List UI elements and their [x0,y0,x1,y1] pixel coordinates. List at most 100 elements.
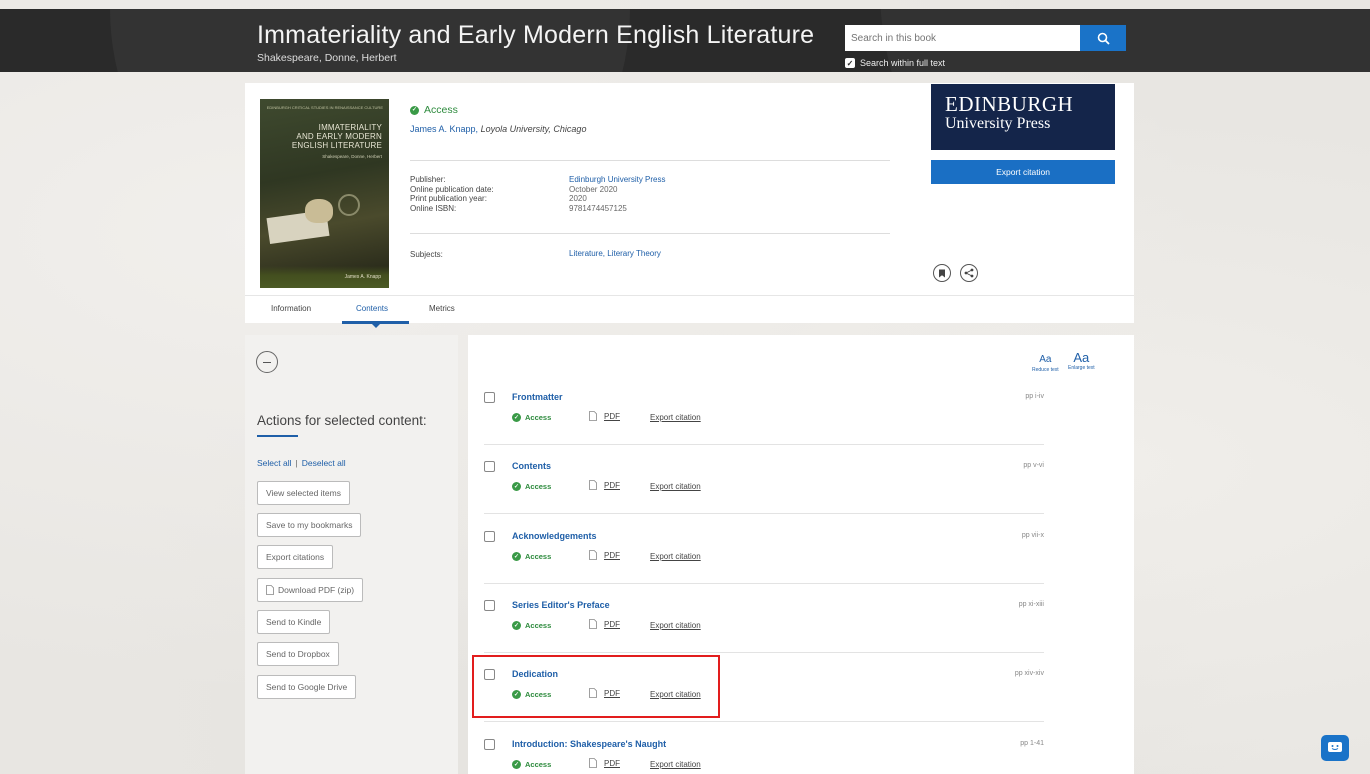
online-date-value: October 2020 [569,184,618,194]
pdf-link[interactable]: PDF [589,480,620,490]
export-citation-button[interactable]: Export citation [931,160,1115,184]
cover-title: IMMATERIALITY AND EARLY MODERN ENGLISH L… [292,123,382,150]
select-checkbox[interactable] [484,739,495,750]
highlight-box [472,655,720,718]
pdf-link[interactable]: PDF [589,758,620,768]
export-citations-button[interactable]: Export citations [257,545,334,569]
cover-series: EDINBURGH CRITICAL STUDIES IN RENAISSANC… [266,105,383,110]
share-button[interactable] [960,264,978,282]
select-checkbox[interactable] [484,600,495,611]
check-circle-icon: ✓ [512,413,521,422]
pdf-link[interactable]: PDF [589,411,620,421]
check-circle-icon: ✓ [410,105,419,115]
chapter-title-link[interactable]: Frontmatter [512,392,563,402]
pdf-link[interactable]: PDF [589,619,620,629]
chapter-title-link[interactable]: Series Editor's Preface [512,600,610,610]
send-to-dropbox-button[interactable]: Send to Dropbox [257,642,339,666]
access-badge: ✓ Access [512,552,551,561]
divider [410,233,890,234]
chapter-title-link[interactable]: Contents [512,461,551,471]
pdf-file-icon [589,619,597,629]
deselect-all-link[interactable]: Deselect all [302,458,346,468]
list-item: Introduction: Shakespeare's Naught pp 1-… [484,736,1044,774]
select-checkbox[interactable] [484,392,495,403]
actions-title: Actions for selected content: [257,413,427,428]
subjects-link[interactable]: Literature, Literary Theory [569,249,661,258]
book-title: Immateriality and Early Modern English L… [257,21,815,49]
tab-information[interactable]: Information [271,304,311,313]
export-citation-link[interactable]: Export citation [650,760,701,769]
list-item: Series Editor's Preface pp xi-xiii ✓ Acce… [484,597,1044,657]
view-selected-button[interactable]: View selected items [257,481,350,505]
enlarge-text-button[interactable]: Aa Enlarge text [1068,351,1095,372]
export-citation-link[interactable]: Export citation [650,413,701,422]
publisher-logo[interactable]: EDINBURGH University Press [931,84,1115,150]
check-circle-icon: ✓ [512,482,521,491]
page-range: pp v-vi [1023,462,1044,469]
divider [484,652,1044,653]
search-input[interactable] [845,25,1080,51]
cover-title-line: AND EARLY MODERN [296,132,382,141]
export-citation-link[interactable]: Export citation [650,552,701,561]
meta-label: Print publication year: [410,194,487,203]
access-label: Access [525,760,552,769]
meta-label: Online ISBN: [410,203,457,213]
check-circle-icon: ✓ [512,760,521,769]
checkbox-checked-icon[interactable]: ✓ [845,58,855,68]
chat-icon [1328,742,1342,752]
chat-widget-button[interactable] [1321,735,1349,761]
publisher-logo-line: EDINBURGH [945,92,1074,116]
separator: | [295,458,298,468]
minus-icon [263,361,271,363]
export-citation-link[interactable]: Export citation [650,482,701,491]
bookmark-button[interactable] [933,264,951,282]
divider [484,721,1044,722]
share-icon [964,268,974,278]
access-label: Access [525,552,552,561]
enlarge-text-label: Enlarge text [1068,365,1095,371]
publisher-link[interactable]: Edinburgh University Press [569,175,665,185]
tab-metrics[interactable]: Metrics [429,304,455,313]
search-full-text-label: Search within full text [860,58,946,68]
book-header: Immateriality and Early Modern English L… [0,9,1370,72]
book-info-card: EDINBURGH CRITICAL STUDIES IN RENAISSANC… [245,83,1134,295]
book-subtitle: Shakespeare, Donne, Herbert [257,52,397,64]
pdf-file-icon [589,550,597,560]
author-link[interactable]: James A. Knapp [410,124,476,134]
list-item: Contents pp v-vi ✓ Access PDF Export cita… [484,458,1044,518]
actions-panel: Actions for selected content: Select all… [245,335,458,774]
chapter-title-link[interactable]: Acknowledgements [512,531,597,541]
send-to-google-drive-button[interactable]: Send to Google Drive [257,675,357,699]
cover-art [305,199,333,223]
reduce-text-label: Reduce text [1032,367,1059,373]
select-checkbox[interactable] [484,461,495,472]
search-button[interactable] [1080,25,1126,51]
page-range: pp xiv-xiv [1014,670,1044,677]
save-bookmarks-button[interactable]: Save to my bookmarks [257,513,362,537]
content-tabs: Information Contents Metrics [245,295,1134,328]
publisher-logo-line: University Press [945,115,1051,132]
access-badge: ✓ Access [512,760,551,769]
select-checkbox[interactable] [484,531,495,542]
page-range: pp 1-41 [1020,740,1044,747]
cover-title-line: ENGLISH LITERATURE [291,141,382,150]
page-range: pp i-iv [1025,393,1044,400]
title-underline [257,435,298,437]
author-line: James A. Knapp, Loyola University, Chica… [410,124,587,134]
cover-art [338,194,360,216]
pdf-link[interactable]: PDF [589,550,620,560]
chapter-title-link[interactable]: Introduction: Shakespeare's Naught [512,739,666,749]
pdf-file-icon [589,758,597,768]
select-all-link[interactable]: Select all [257,458,292,468]
pdf-label: PDF [604,550,620,560]
export-citation-link[interactable]: Export citation [650,621,701,630]
cover-author: James A. Knapp [344,274,381,280]
isbn-value: 9781474457125 [569,203,627,213]
collapse-panel-button[interactable] [256,351,278,373]
tab-contents[interactable]: Contents [356,304,388,313]
access-badge: ✓ Access [512,413,551,422]
download-pdf-zip-button[interactable]: Download PDF (zip) [257,578,364,602]
reduce-text-button[interactable]: Aa Reduce text [1032,351,1059,374]
search-full-text-option[interactable]: ✓ Search within full text [845,58,945,68]
send-to-kindle-button[interactable]: Send to Kindle [257,610,331,634]
